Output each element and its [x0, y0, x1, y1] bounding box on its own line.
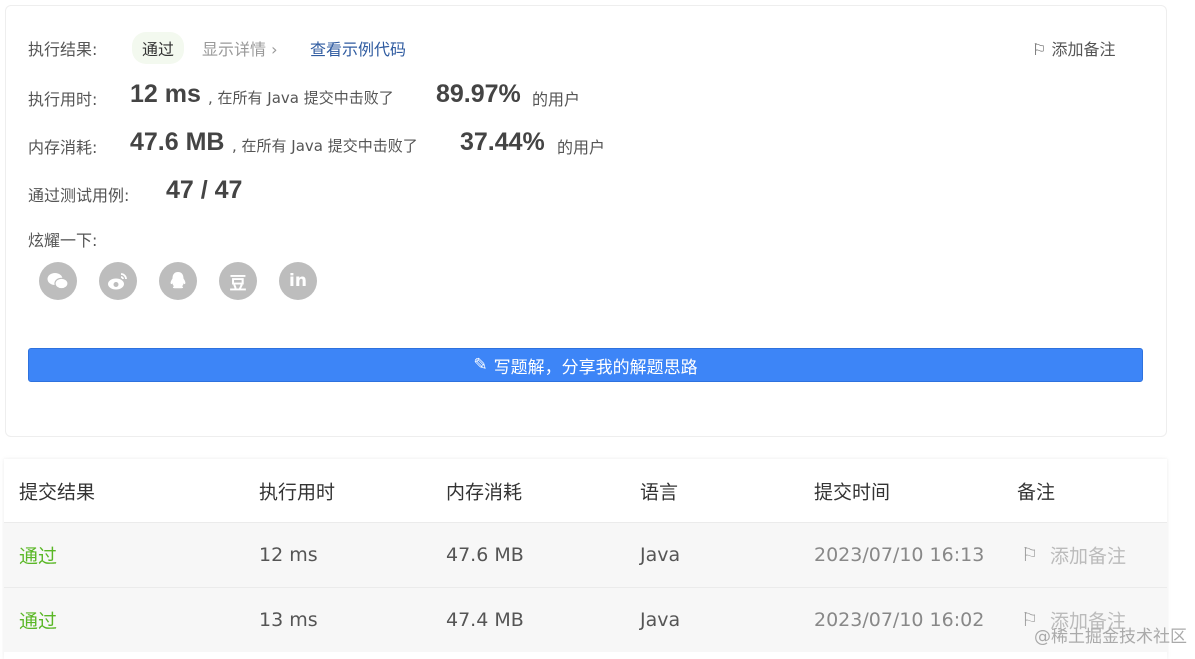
- status-badge: 通过: [132, 32, 185, 64]
- runtime-suffix: 的用户: [532, 90, 581, 109]
- memory-value: 47.6 MB: [130, 128, 225, 156]
- add-note-link[interactable]: 添加备注: [1050, 542, 1126, 569]
- qq-icon[interactable]: [159, 262, 197, 300]
- runtime-cell: 13 ms: [259, 609, 318, 631]
- write-solution-button[interactable]: ✎ 写题解，分享我的解题思路: [28, 348, 1143, 382]
- language-cell: Java: [640, 609, 681, 631]
- memory-cell: 47.4 MB: [446, 609, 524, 631]
- show-details-link[interactable]: 显示详情 ›: [202, 36, 278, 60]
- table-row[interactable]: 通过 12 ms 47.6 MB Java 2023/07/10 16:13 ⚐…: [4, 522, 1167, 587]
- share-label: 炫耀一下:: [28, 231, 98, 250]
- douban-icon[interactable]: 豆: [219, 262, 257, 300]
- header-result: 提交结果: [19, 481, 96, 503]
- memory-text: , 在所有 Java 提交中击败了: [232, 137, 418, 155]
- tests-label: 通过测试用例:: [28, 186, 130, 205]
- weibo-icon[interactable]: [99, 262, 137, 300]
- header-note: 备注: [1017, 481, 1056, 503]
- result-link[interactable]: 通过: [19, 542, 57, 569]
- header-runtime: 执行用时: [259, 481, 336, 503]
- memory-percent: 37.44%: [460, 128, 545, 156]
- pencil-icon: ✎: [473, 355, 488, 375]
- watermark: @稀土掘金技术社区: [1034, 627, 1187, 647]
- tests-value: 47 / 47: [166, 176, 243, 204]
- table-header: 提交结果 执行用时 内存消耗 语言 提交时间 备注: [4, 459, 1167, 522]
- time-cell: 2023/07/10 16:02: [814, 609, 985, 631]
- sample-code-link[interactable]: 查看示例代码: [310, 36, 406, 60]
- add-note-button[interactable]: ⚐ 添加备注: [1032, 36, 1115, 60]
- language-cell: Java: [640, 544, 681, 566]
- memory-label: 内存消耗:: [28, 138, 98, 157]
- runtime-label: 执行用时:: [28, 90, 98, 109]
- memory-suffix: 的用户: [557, 138, 606, 157]
- header-language: 语言: [640, 481, 679, 503]
- runtime-percent: 89.97%: [436, 80, 521, 108]
- linkedin-icon[interactable]: in: [279, 262, 317, 300]
- table-row[interactable]: 通过 13 ms 47.4 MB Java 2023/07/10 16:02 ⚐…: [4, 587, 1167, 652]
- runtime-value: 12 ms: [130, 80, 201, 108]
- submissions-table: 提交结果 执行用时 内存消耗 语言 提交时间 备注 通过 12 ms 47.6 …: [4, 459, 1167, 659]
- result-label: 执行结果:: [28, 40, 98, 59]
- wechat-icon[interactable]: [39, 262, 77, 300]
- memory-cell: 47.6 MB: [446, 544, 524, 566]
- runtime-cell: 12 ms: [259, 544, 318, 566]
- flag-icon: ⚐: [1032, 40, 1047, 59]
- result-link[interactable]: 通过: [19, 607, 57, 634]
- time-cell: 2023/07/10 16:13: [814, 544, 985, 566]
- add-note-label: 添加备注: [1051, 40, 1116, 59]
- write-solution-label: 写题解，分享我的解题思路: [493, 357, 698, 378]
- runtime-text: , 在所有 Java 提交中击败了: [208, 89, 394, 107]
- header-time: 提交时间: [814, 481, 891, 503]
- flag-icon: ⚐: [1021, 544, 1039, 566]
- header-memory: 内存消耗: [446, 481, 523, 503]
